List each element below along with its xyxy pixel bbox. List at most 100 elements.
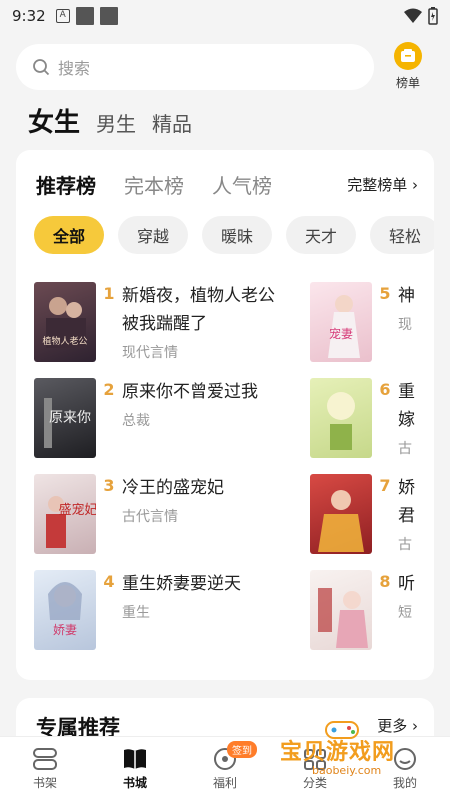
category-icon [304,748,326,770]
cover-title-art: 原来你 [49,410,91,426]
book-cover: 盛宠妃 [34,474,96,554]
book-store-icon [124,748,146,769]
profile-icon [394,747,416,770]
book-category: 古代言情 [122,509,178,525]
rank-number: 8 [379,572,391,591]
book-category: 现代言情 [122,345,178,361]
nav-category[interactable]: 分类 [285,747,345,791]
rank-list-button[interactable]: 榜单 [386,42,430,91]
book-cover [310,474,372,554]
status-bar: 9:32 A [0,0,450,32]
full-list-link[interactable]: 完整榜单 › [347,174,418,195]
book-info: 原来你不曾爱过我 总裁 [122,378,278,462]
cover-title-art: 盛宠妃 [58,502,96,518]
category-chips: 全部 穿越 暖昧 天才 轻松 [34,216,434,254]
rank-list-label: 榜单 [395,76,420,90]
tab-completed-rank[interactable]: 完本榜 [124,170,184,199]
book-info: 听 短 [398,570,434,654]
book-title: 重生娇妻要逆天 [122,574,241,594]
rank-number: 5 [379,284,391,303]
tab-premium[interactable]: 精品 [152,108,192,137]
gender-tabs: 女生 男生 精品 [28,102,192,139]
book-info: 重生娇妻要逆天 重生 [122,570,278,654]
book-info: 重嫁 古 [398,378,418,462]
nav-label: 福利 [212,775,237,790]
book-item[interactable]: 宠妻 5 神 现 [310,282,434,366]
nav-label: 分类 [302,775,327,790]
book-category: 古 [398,537,412,553]
search-placeholder: 搜索 [58,59,91,78]
tab-popular-rank[interactable]: 人气榜 [212,170,272,199]
book-info: 新婚夜，植物人老公被我踹醒了 现代言情 [122,282,278,366]
book-cover: 原来你 [34,378,96,458]
status-time: 9:32 [12,7,46,25]
book-category: 现 [398,317,412,333]
rank-number: 3 [103,476,115,495]
book-title: 娇君 [398,478,415,526]
notification-square-icon [75,7,94,25]
chip-ambiguous[interactable]: 暖昧 [202,216,272,254]
book-category: 短 [398,605,412,621]
rank-number: 6 [379,380,391,399]
book-title: 原来你不曾爱过我 [122,382,258,402]
sign-in-badge: 签到 [227,740,257,758]
chip-genius[interactable]: 天才 [286,216,356,254]
nav-welfare[interactable]: 签到 福利 [195,740,257,791]
book-info: 神 现 [398,282,434,366]
book-item[interactable]: 盛宠妃 3 冷王的盛宠妃 古代言情 [34,474,278,558]
nav-bookshelf[interactable]: 书架 [15,747,75,791]
book-info: 冷王的盛宠妃 古代言情 [122,474,278,558]
book-cover: 植物人老公 [34,282,96,362]
battery-icon [428,7,438,25]
nav-bookstore[interactable]: 书城 [105,747,165,791]
book-title: 冷王的盛宠妃 [122,478,224,498]
chip-time-travel[interactable]: 穿越 [118,216,188,254]
book-item[interactable]: 6 重嫁 古 [310,378,418,462]
rank-list-icon [394,42,422,70]
rank-number: 4 [103,572,115,591]
more-link[interactable]: 更多 › [377,715,418,736]
tab-female[interactable]: 女生 [28,102,80,139]
book-item[interactable]: 8 听 短 [310,570,434,654]
cover-title-art: 植物人老公 [42,335,87,347]
cover-title-art: 娇妻 [53,623,77,637]
bookshelf-icon [33,747,57,770]
rank-number: 7 [379,476,391,495]
book-title: 重嫁 [398,382,415,430]
ranking-tabs: 推荐榜 完本榜 人气榜 [36,170,272,199]
book-category: 古 [398,441,412,457]
bottom-nav: 书架 书城 签到 福利 分类 我的 [0,736,450,800]
book-title: 听 [398,574,415,594]
book-cover [310,570,372,650]
ranking-card: 推荐榜 完本榜 人气榜 完整榜单 › 全部 穿越 暖昧 天才 轻松 植物人老公 … [16,150,434,680]
notification-square-icon-2 [99,7,118,25]
nav-label: 我的 [392,775,417,790]
tab-male[interactable]: 男生 [96,108,136,137]
search-input[interactable]: 搜索 [16,44,374,90]
notification-icon: A [55,9,70,23]
cover-title-art: 宠妻 [329,326,353,341]
book-cover: 娇妻 [34,570,96,650]
wifi-icon [404,8,422,23]
book-ranking-list: 植物人老公 1 新婚夜，植物人老公被我踹醒了 现代言情 原来你 2 原来你不曾爱… [34,282,434,662]
nav-label: 书架 [32,775,57,790]
tab-recommend-rank[interactable]: 推荐榜 [36,170,96,199]
book-category: 总裁 [122,413,150,429]
book-title: 神 [398,286,415,306]
book-item[interactable]: 原来你 2 原来你不曾爱过我 总裁 [34,378,278,462]
book-item[interactable]: 娇妻 4 重生娇妻要逆天 重生 [34,570,278,654]
chip-all[interactable]: 全部 [34,216,104,254]
book-cover [310,378,372,458]
book-title: 新婚夜，植物人老公被我踹醒了 [122,286,275,334]
nav-profile[interactable]: 我的 [375,747,435,791]
book-item[interactable]: 植物人老公 1 新婚夜，植物人老公被我踹醒了 现代言情 [34,282,278,366]
nav-label: 书城 [122,775,147,790]
search-icon [33,59,50,76]
rank-number: 2 [103,380,115,399]
book-cover: 宠妻 [310,282,372,362]
book-info: 娇君 古 [398,474,418,558]
rank-number: 1 [103,284,115,303]
book-item[interactable]: 7 娇君 古 [310,474,418,558]
chip-relaxed[interactable]: 轻松 [370,216,434,254]
book-category: 重生 [122,605,150,621]
